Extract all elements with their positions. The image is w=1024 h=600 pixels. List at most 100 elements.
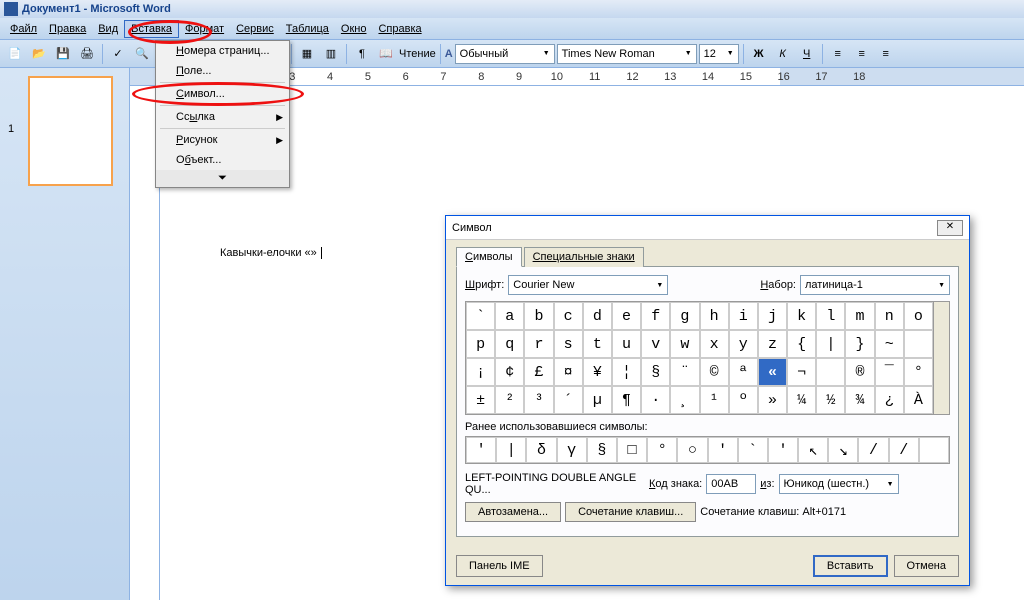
recent-cell[interactable]: ʹ <box>708 437 738 463</box>
char-cell[interactable]: a <box>495 302 524 330</box>
tab-special[interactable]: Специальные знаки <box>524 247 644 267</box>
bold-icon[interactable]: Ж <box>748 43 770 65</box>
char-cell[interactable] <box>904 330 933 358</box>
recent-cell[interactable]: ʹ <box>768 437 798 463</box>
size-combo[interactable]: 12▼ <box>699 44 739 64</box>
char-cell[interactable]: ² <box>495 386 524 414</box>
char-cell[interactable]: ¢ <box>495 358 524 386</box>
char-cell[interactable]: e <box>612 302 641 330</box>
char-cell[interactable]: « <box>758 358 787 386</box>
paragraph-icon[interactable]: ¶ <box>351 43 373 65</box>
menu-window[interactable]: Окно <box>335 21 373 37</box>
char-cell[interactable]: v <box>641 330 670 358</box>
char-cell[interactable]: ­ <box>816 358 845 386</box>
recent-cell[interactable]: ↖ <box>798 437 828 463</box>
dropdown-expand-icon[interactable]: ⏷ <box>156 170 289 187</box>
char-cell[interactable]: u <box>612 330 641 358</box>
char-cell[interactable]: ¨ <box>670 358 699 386</box>
char-cell[interactable]: ¿ <box>875 386 904 414</box>
grid-scrollbar[interactable] <box>934 301 950 415</box>
menu-table[interactable]: Таблица <box>280 21 335 37</box>
char-cell[interactable]: ½ <box>816 386 845 414</box>
dropdown-picture[interactable]: Рисунок▶ <box>156 130 289 150</box>
reading-icon[interactable]: 📖 <box>375 43 397 65</box>
char-cell[interactable]: § <box>641 358 670 386</box>
char-cell[interactable]: x <box>700 330 729 358</box>
char-cell[interactable]: y <box>729 330 758 358</box>
char-cell[interactable]: ¼ <box>787 386 816 414</box>
set-select[interactable]: латиница-1▼ <box>800 275 950 295</box>
char-cell[interactable]: ± <box>466 386 495 414</box>
new-icon[interactable]: 📄 <box>4 43 26 65</box>
align-left-icon[interactable]: ≡ <box>827 43 849 65</box>
print-icon[interactable]: 🖨 <box>76 43 98 65</box>
char-cell[interactable]: ~ <box>875 330 904 358</box>
recent-cell[interactable]: ○ <box>677 437 707 463</box>
close-icon[interactable]: ✕ <box>937 220 963 236</box>
char-cell[interactable]: { <box>787 330 816 358</box>
char-cell[interactable]: ¤ <box>554 358 583 386</box>
dropdown-link[interactable]: Ссылка▶ <box>156 107 289 127</box>
menu-file[interactable]: Файл <box>4 21 43 37</box>
char-cell[interactable]: ¶ <box>612 386 641 414</box>
shortcut-button[interactable]: Сочетание клавиш... <box>565 502 696 522</box>
cancel-button[interactable]: Отмена <box>894 555 959 577</box>
char-cell[interactable]: q <box>495 330 524 358</box>
char-cell[interactable]: » <box>758 386 787 414</box>
char-cell[interactable]: t <box>583 330 612 358</box>
research-icon[interactable]: 🔍 <box>131 43 153 65</box>
tab-symbols[interactable]: Символы <box>456 247 522 267</box>
menu-format[interactable]: Формат <box>179 21 230 37</box>
thumbnail-page-1[interactable] <box>28 76 113 186</box>
char-cell[interactable]: ¦ <box>612 358 641 386</box>
recent-cell[interactable]: / <box>889 437 919 463</box>
char-cell[interactable]: z <box>758 330 787 358</box>
align-right-icon[interactable]: ≡ <box>875 43 897 65</box>
char-cell[interactable]: · <box>641 386 670 414</box>
char-cell[interactable]: ¬ <box>787 358 816 386</box>
char-cell[interactable]: o <box>904 302 933 330</box>
dropdown-symbol[interactable]: Символ... <box>156 84 289 104</box>
menu-view[interactable]: Вид <box>92 21 124 37</box>
char-cell[interactable]: ` <box>466 302 495 330</box>
char-cell[interactable]: ª <box>729 358 758 386</box>
char-cell[interactable]: r <box>524 330 553 358</box>
italic-icon[interactable]: К <box>772 43 794 65</box>
menu-edit[interactable]: Правка <box>43 21 92 37</box>
char-cell[interactable]: n <box>875 302 904 330</box>
recent-cell[interactable]: δ <box>526 437 556 463</box>
dropdown-object[interactable]: Объект... <box>156 150 289 170</box>
char-cell[interactable]: ® <box>845 358 874 386</box>
recent-cell[interactable]: ° <box>647 437 677 463</box>
char-cell[interactable]: £ <box>524 358 553 386</box>
char-cell[interactable]: c <box>554 302 583 330</box>
from-select[interactable]: Юникод (шестн.)▼ <box>779 474 899 494</box>
char-cell[interactable]: l <box>816 302 845 330</box>
char-cell[interactable]: | <box>816 330 845 358</box>
char-cell[interactable]: b <box>524 302 553 330</box>
menu-help[interactable]: Справка <box>372 21 427 37</box>
dropdown-page-numbers[interactable]: Номера страниц... <box>156 41 289 61</box>
recent-cell[interactable]: | <box>496 437 526 463</box>
char-cell[interactable]: º <box>729 386 758 414</box>
char-cell[interactable]: i <box>729 302 758 330</box>
autocorrect-button[interactable]: Автозамена... <box>465 502 561 522</box>
char-cell[interactable]: f <box>641 302 670 330</box>
char-cell[interactable]: ´ <box>554 386 583 414</box>
insert-button[interactable]: Вставить <box>813 555 888 577</box>
font-select[interactable]: Courier New▼ <box>508 275 668 295</box>
underline-icon[interactable]: Ч <box>796 43 818 65</box>
char-cell[interactable]: µ <box>583 386 612 414</box>
char-cell[interactable]: w <box>670 330 699 358</box>
open-icon[interactable]: 📂 <box>28 43 50 65</box>
menu-insert[interactable]: Вставка <box>124 20 179 38</box>
char-cell[interactable]: j <box>758 302 787 330</box>
char-cell[interactable]: À <box>904 386 933 414</box>
char-cell[interactable]: p <box>466 330 495 358</box>
char-cell[interactable]: ³ <box>524 386 553 414</box>
recent-cell[interactable]: γ <box>557 437 587 463</box>
char-cell[interactable]: } <box>845 330 874 358</box>
recent-cell[interactable]: / <box>858 437 888 463</box>
ime-button[interactable]: Панель IME <box>456 555 543 577</box>
recent-cell[interactable]: ↘ <box>828 437 858 463</box>
